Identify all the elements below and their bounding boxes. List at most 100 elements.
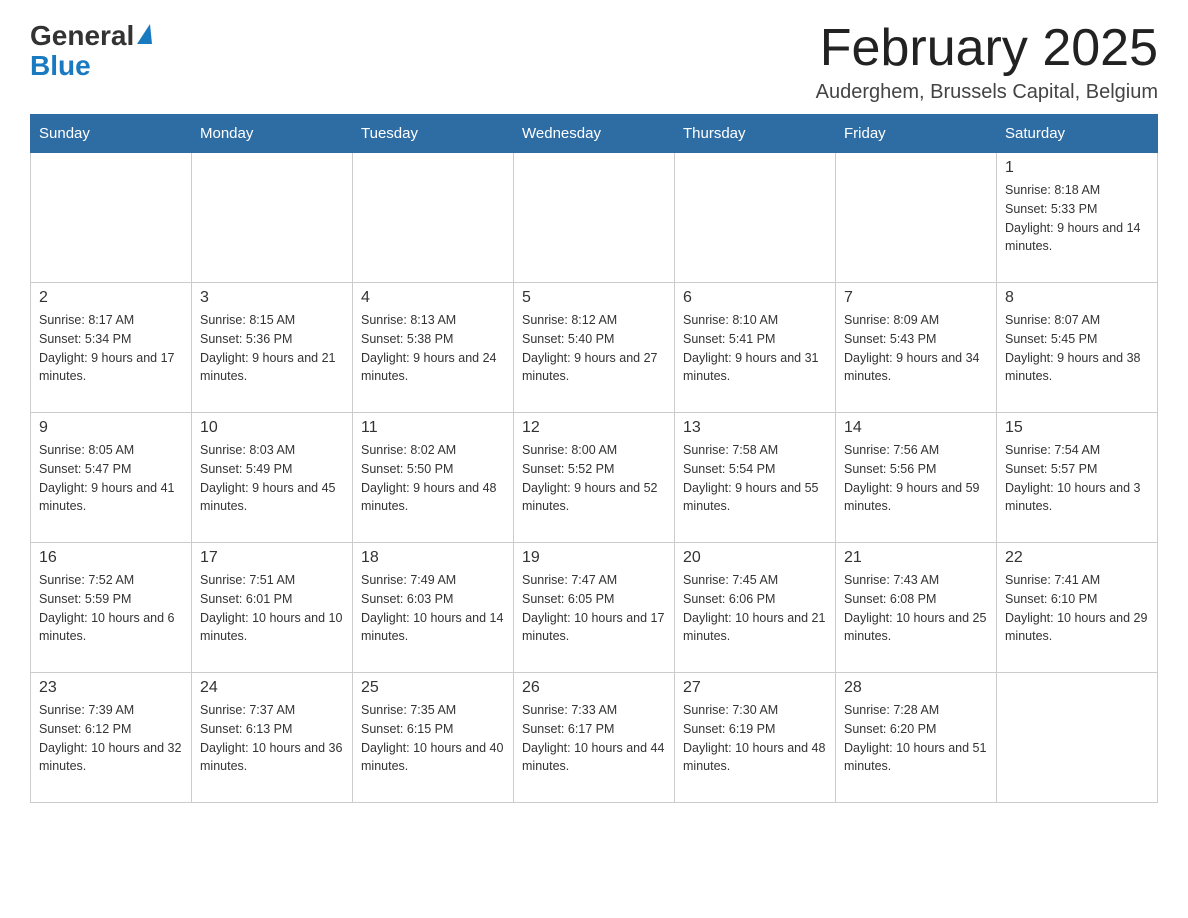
calendar-cell: 4 Sunrise: 8:13 AMSunset: 5:38 PMDaylight… [353,283,514,413]
day-info: Sunrise: 7:52 AMSunset: 5:59 PMDaylight:… [39,571,183,646]
calendar-cell [514,153,675,283]
calendar-cell: 28Sunrise: 7:28 AMSunset: 6:20 PMDayligh… [836,673,997,803]
calendar-cell: 16 Sunrise: 7:52 AMSunset: 5:59 PMDayligh… [31,543,192,673]
day-info: Sunrise: 8:00 AMSunset: 5:52 PMDaylight:… [522,441,666,516]
day-info: Sunrise: 7:39 AMSunset: 6:12 PMDaylight:… [39,701,183,776]
day-number: 25 [361,679,505,697]
calendar-cell: 18 Sunrise: 7:49 AMSunset: 6:03 PMDayligh… [353,543,514,673]
day-number: 8 [1005,289,1149,307]
calendar-week-row: 1 Sunrise: 8:18 AMSunset: 5:33 PMDaylight… [31,153,1158,283]
calendar-cell: 20 Sunrise: 7:45 AMSunset: 6:06 PMDayligh… [675,543,836,673]
day-info: Sunrise: 8:05 AMSunset: 5:47 PMDaylight:… [39,441,183,516]
logo: General Blue [30,20,152,82]
day-number: 4 [361,289,505,307]
calendar-cell: 13 Sunrise: 7:58 AMSunset: 5:54 PMDayligh… [675,413,836,543]
col-header-tuesday: Tuesday [353,115,514,153]
day-number: 12 [522,419,666,437]
calendar-cell: 22Sunrise: 7:41 AMSunset: 6:10 PMDayligh… [997,543,1158,673]
day-number: 18 [361,549,505,567]
day-info: Sunrise: 7:49 AMSunset: 6:03 PMDaylight:… [361,571,505,646]
title-block: February 2025 Auderghem, Brussels Capita… [816,20,1158,104]
calendar-cell: 17 Sunrise: 7:51 AMSunset: 6:01 PMDayligh… [192,543,353,673]
day-number: 17 [200,549,344,567]
day-number: 26 [522,679,666,697]
col-header-sunday: Sunday [31,115,192,153]
day-info: Sunrise: 8:18 AMSunset: 5:33 PMDaylight:… [1005,181,1149,256]
day-info: Sunrise: 8:07 AMSunset: 5:45 PMDaylight:… [1005,311,1149,386]
day-info: Sunrise: 7:56 AMSunset: 5:56 PMDaylight:… [844,441,988,516]
day-number: 14 [844,419,988,437]
col-header-saturday: Saturday [997,115,1158,153]
day-info: Sunrise: 8:12 AMSunset: 5:40 PMDaylight:… [522,311,666,386]
day-number: 11 [361,419,505,437]
calendar-cell: 19 Sunrise: 7:47 AMSunset: 6:05 PMDayligh… [514,543,675,673]
day-info: Sunrise: 7:33 AMSunset: 6:17 PMDaylight:… [522,701,666,776]
calendar-cell: 12 Sunrise: 8:00 AMSunset: 5:52 PMDayligh… [514,413,675,543]
calendar-cell [836,153,997,283]
day-info: Sunrise: 7:41 AMSunset: 6:10 PMDaylight:… [1005,571,1149,646]
col-header-friday: Friday [836,115,997,153]
calendar-cell: 9 Sunrise: 8:05 AMSunset: 5:47 PMDaylight… [31,413,192,543]
day-number: 5 [522,289,666,307]
page-header: General Blue February 2025 Auderghem, Br… [30,20,1158,104]
day-number: 10 [200,419,344,437]
day-info: Sunrise: 7:51 AMSunset: 6:01 PMDaylight:… [200,571,344,646]
calendar-cell [675,153,836,283]
calendar-header-row: SundayMondayTuesdayWednesdayThursdayFrid… [31,115,1158,153]
day-number: 9 [39,419,183,437]
col-header-thursday: Thursday [675,115,836,153]
calendar-location: Auderghem, Brussels Capital, Belgium [816,81,1158,104]
day-number: 13 [683,419,827,437]
calendar-week-row: 9 Sunrise: 8:05 AMSunset: 5:47 PMDaylight… [31,413,1158,543]
day-info: Sunrise: 8:17 AMSunset: 5:34 PMDaylight:… [39,311,183,386]
col-header-monday: Monday [192,115,353,153]
day-number: 23 [39,679,183,697]
day-info: Sunrise: 7:37 AMSunset: 6:13 PMDaylight:… [200,701,344,776]
day-info: Sunrise: 8:09 AMSunset: 5:43 PMDaylight:… [844,311,988,386]
day-info: Sunrise: 8:03 AMSunset: 5:49 PMDaylight:… [200,441,344,516]
logo-triangle-icon [137,24,152,44]
calendar-cell [353,153,514,283]
calendar-cell: 7 Sunrise: 8:09 AMSunset: 5:43 PMDaylight… [836,283,997,413]
calendar-week-row: 23 Sunrise: 7:39 AMSunset: 6:12 PMDayligh… [31,673,1158,803]
calendar-cell: 26 Sunrise: 7:33 AMSunset: 6:17 PMDayligh… [514,673,675,803]
day-number: 20 [683,549,827,567]
calendar-cell: 11Sunrise: 8:02 AMSunset: 5:50 PMDayligh… [353,413,514,543]
day-number: 6 [683,289,827,307]
calendar-cell [192,153,353,283]
day-number: 7 [844,289,988,307]
day-info: Sunrise: 7:35 AMSunset: 6:15 PMDaylight:… [361,701,505,776]
day-number: 28 [844,679,988,697]
day-number: 16 [39,549,183,567]
calendar-week-row: 16 Sunrise: 7:52 AMSunset: 5:59 PMDayligh… [31,543,1158,673]
calendar-table: SundayMondayTuesdayWednesdayThursdayFrid… [30,114,1158,803]
calendar-cell: 8 Sunrise: 8:07 AMSunset: 5:45 PMDaylight… [997,283,1158,413]
calendar-cell: 27 Sunrise: 7:30 AMSunset: 6:19 PMDayligh… [675,673,836,803]
day-number: 27 [683,679,827,697]
calendar-title: February 2025 [816,20,1158,77]
day-info: Sunrise: 7:43 AMSunset: 6:08 PMDaylight:… [844,571,988,646]
day-number: 3 [200,289,344,307]
day-info: Sunrise: 8:10 AMSunset: 5:41 PMDaylight:… [683,311,827,386]
day-info: Sunrise: 7:58 AMSunset: 5:54 PMDaylight:… [683,441,827,516]
day-info: Sunrise: 7:47 AMSunset: 6:05 PMDaylight:… [522,571,666,646]
day-info: Sunrise: 7:45 AMSunset: 6:06 PMDaylight:… [683,571,827,646]
calendar-cell: 10 Sunrise: 8:03 AMSunset: 5:49 PMDayligh… [192,413,353,543]
calendar-cell: 24 Sunrise: 7:37 AMSunset: 6:13 PMDayligh… [192,673,353,803]
day-number: 1 [1005,159,1149,177]
calendar-cell [31,153,192,283]
day-number: 21 [844,549,988,567]
calendar-cell: 3Sunrise: 8:15 AMSunset: 5:36 PMDaylight… [192,283,353,413]
day-info: Sunrise: 7:54 AMSunset: 5:57 PMDaylight:… [1005,441,1149,516]
day-info: Sunrise: 8:13 AMSunset: 5:38 PMDaylight:… [361,311,505,386]
calendar-cell: 5 Sunrise: 8:12 AMSunset: 5:40 PMDaylight… [514,283,675,413]
day-info: Sunrise: 7:30 AMSunset: 6:19 PMDaylight:… [683,701,827,776]
calendar-cell: 21 Sunrise: 7:43 AMSunset: 6:08 PMDayligh… [836,543,997,673]
day-number: 24 [200,679,344,697]
calendar-week-row: 2 Sunrise: 8:17 AMSunset: 5:34 PMDaylight… [31,283,1158,413]
logo-general: General [30,20,134,52]
day-number: 19 [522,549,666,567]
logo-blue: Blue [30,50,152,82]
calendar-cell: 25 Sunrise: 7:35 AMSunset: 6:15 PMDayligh… [353,673,514,803]
day-number: 2 [39,289,183,307]
